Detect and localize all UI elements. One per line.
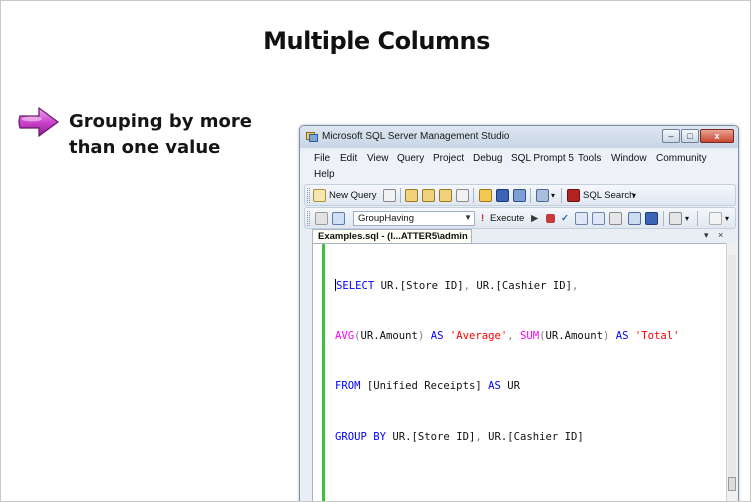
toolbar-grip[interactable] (307, 188, 310, 203)
sql-search-button[interactable]: SQL Search (583, 190, 634, 201)
close-window-button[interactable]: x (700, 129, 734, 143)
chevron-down-icon[interactable]: ▾ (632, 191, 636, 200)
code-line-2: AVG(UR.Amount) AS 'Average', SUM(UR.Amou… (335, 329, 680, 342)
bullet-line-1: Grouping by more (69, 111, 252, 132)
new-file-icon[interactable] (383, 189, 396, 202)
open-file-icon[interactable] (479, 189, 492, 202)
execute-button[interactable]: Execute (490, 213, 524, 224)
window-title: Microsoft SQL Server Management Studio (322, 131, 510, 142)
toolbar-separator (697, 211, 698, 226)
results-to-text-icon[interactable] (609, 212, 622, 225)
sql-search-icon (567, 189, 580, 202)
toolbar-separator (400, 188, 401, 203)
chevron-down-icon[interactable]: ▾ (551, 191, 555, 200)
menu-debug[interactable]: Debug (473, 153, 502, 164)
cancel-query-icon[interactable] (546, 214, 555, 223)
menu-edit[interactable]: Edit (340, 153, 357, 164)
slide-title: Multiple Columns (263, 27, 490, 55)
menu-query[interactable]: Query (397, 153, 424, 164)
mdx-query-icon[interactable] (439, 189, 452, 202)
slide: Multiple Columns Grouping by more than o… (0, 0, 751, 502)
menu-bar: File Edit View Query Project Debug SQL P… (300, 150, 738, 184)
toolbar-separator (663, 211, 664, 226)
analysis-query-icon[interactable] (422, 189, 435, 202)
toolbar-grip[interactable] (307, 211, 310, 226)
new-query-icon (313, 189, 326, 202)
chevron-down-icon: ▼ (464, 213, 472, 222)
menu-help[interactable]: Help (314, 169, 335, 180)
debug-play-icon[interactable]: ▶ (531, 213, 538, 224)
menu-window[interactable]: Window (611, 153, 647, 164)
chevron-down-icon[interactable]: ▾ (725, 214, 729, 223)
estimated-plan-icon[interactable] (575, 212, 588, 225)
bullet-text: Grouping by more than one value (69, 109, 269, 161)
new-query-button[interactable]: New Query (329, 190, 377, 201)
toolbar-separator (561, 188, 562, 203)
results-to-grid-icon[interactable] (628, 212, 641, 225)
scrollbar-thumb[interactable] (728, 477, 736, 491)
database-engine-query-icon[interactable] (405, 189, 418, 202)
editor-vertical-scrollbar[interactable] (726, 243, 737, 501)
scrollbar-track[interactable] (728, 255, 736, 485)
purple-arrow-icon (18, 106, 60, 138)
code-line-4: GROUP BY UR.[Store ID], UR.[Cashier ID] (335, 430, 584, 443)
activity-monitor-icon[interactable] (536, 189, 549, 202)
menu-tools[interactable]: Tools (578, 153, 601, 164)
change-tracking-bar (322, 244, 325, 501)
available-databases-select[interactable]: GroupHaving ▼ (353, 211, 475, 226)
menu-community[interactable]: Community (656, 153, 707, 164)
menu-file[interactable]: File (314, 153, 330, 164)
connect-icon[interactable] (315, 212, 328, 225)
minimize-button[interactable]: – (662, 129, 680, 143)
menu-project[interactable]: Project (433, 153, 464, 164)
save-icon[interactable] (496, 189, 509, 202)
comment-lines-icon[interactable] (669, 212, 682, 225)
save-all-icon[interactable] (513, 189, 526, 202)
close-tab-button[interactable]: × (718, 230, 723, 240)
sql-editor-toolbar: GroupHaving ▼ ! Execute ▶ ✓ ▾ ▾ (304, 207, 736, 229)
results-to-file-icon[interactable] (645, 212, 658, 225)
sql-code[interactable]: SELECT UR.[Store ID], UR.[Cashier ID], A… (335, 244, 680, 479)
bullet-line-2: than one value (69, 137, 221, 158)
code-line-3: FROM [Unified Receipts] AS UR (335, 380, 520, 393)
xmla-query-icon[interactable] (456, 189, 469, 202)
toolbar-separator (473, 188, 474, 203)
query-editor[interactable]: SELECT UR.[Store ID], UR.[Cashier ID], A… (312, 243, 732, 501)
menu-sql-prompt[interactable]: SQL Prompt 5 (511, 153, 574, 164)
tab-examples-sql[interactable]: Examples.sql - (l...ATTER5\admin (52)) (312, 229, 472, 243)
code-line-1: SELECT UR.[Store ID], UR.[Cashier ID], (335, 278, 579, 292)
maximize-button[interactable]: □ (681, 129, 699, 143)
database-value: GroupHaving (358, 213, 414, 224)
parse-check-icon[interactable]: ✓ (561, 213, 569, 224)
tab-pin-button[interactable]: ▾ (704, 230, 709, 241)
standard-toolbar: New Query ▾ SQL Search ▾ (304, 184, 736, 206)
window-titlebar[interactable]: Microsoft SQL Server Management Studio –… (300, 126, 738, 148)
ssms-window: Microsoft SQL Server Management Studio –… (299, 125, 739, 501)
execute-icon: ! (481, 213, 485, 224)
ssms-app-icon (306, 132, 318, 142)
query-options-icon[interactable] (592, 212, 605, 225)
toolbar-separator (530, 188, 531, 203)
chevron-down-icon[interactable]: ▾ (685, 214, 689, 223)
change-connection-icon[interactable] (332, 212, 345, 225)
specify-values-icon[interactable] (709, 212, 722, 225)
menu-view[interactable]: View (367, 153, 389, 164)
